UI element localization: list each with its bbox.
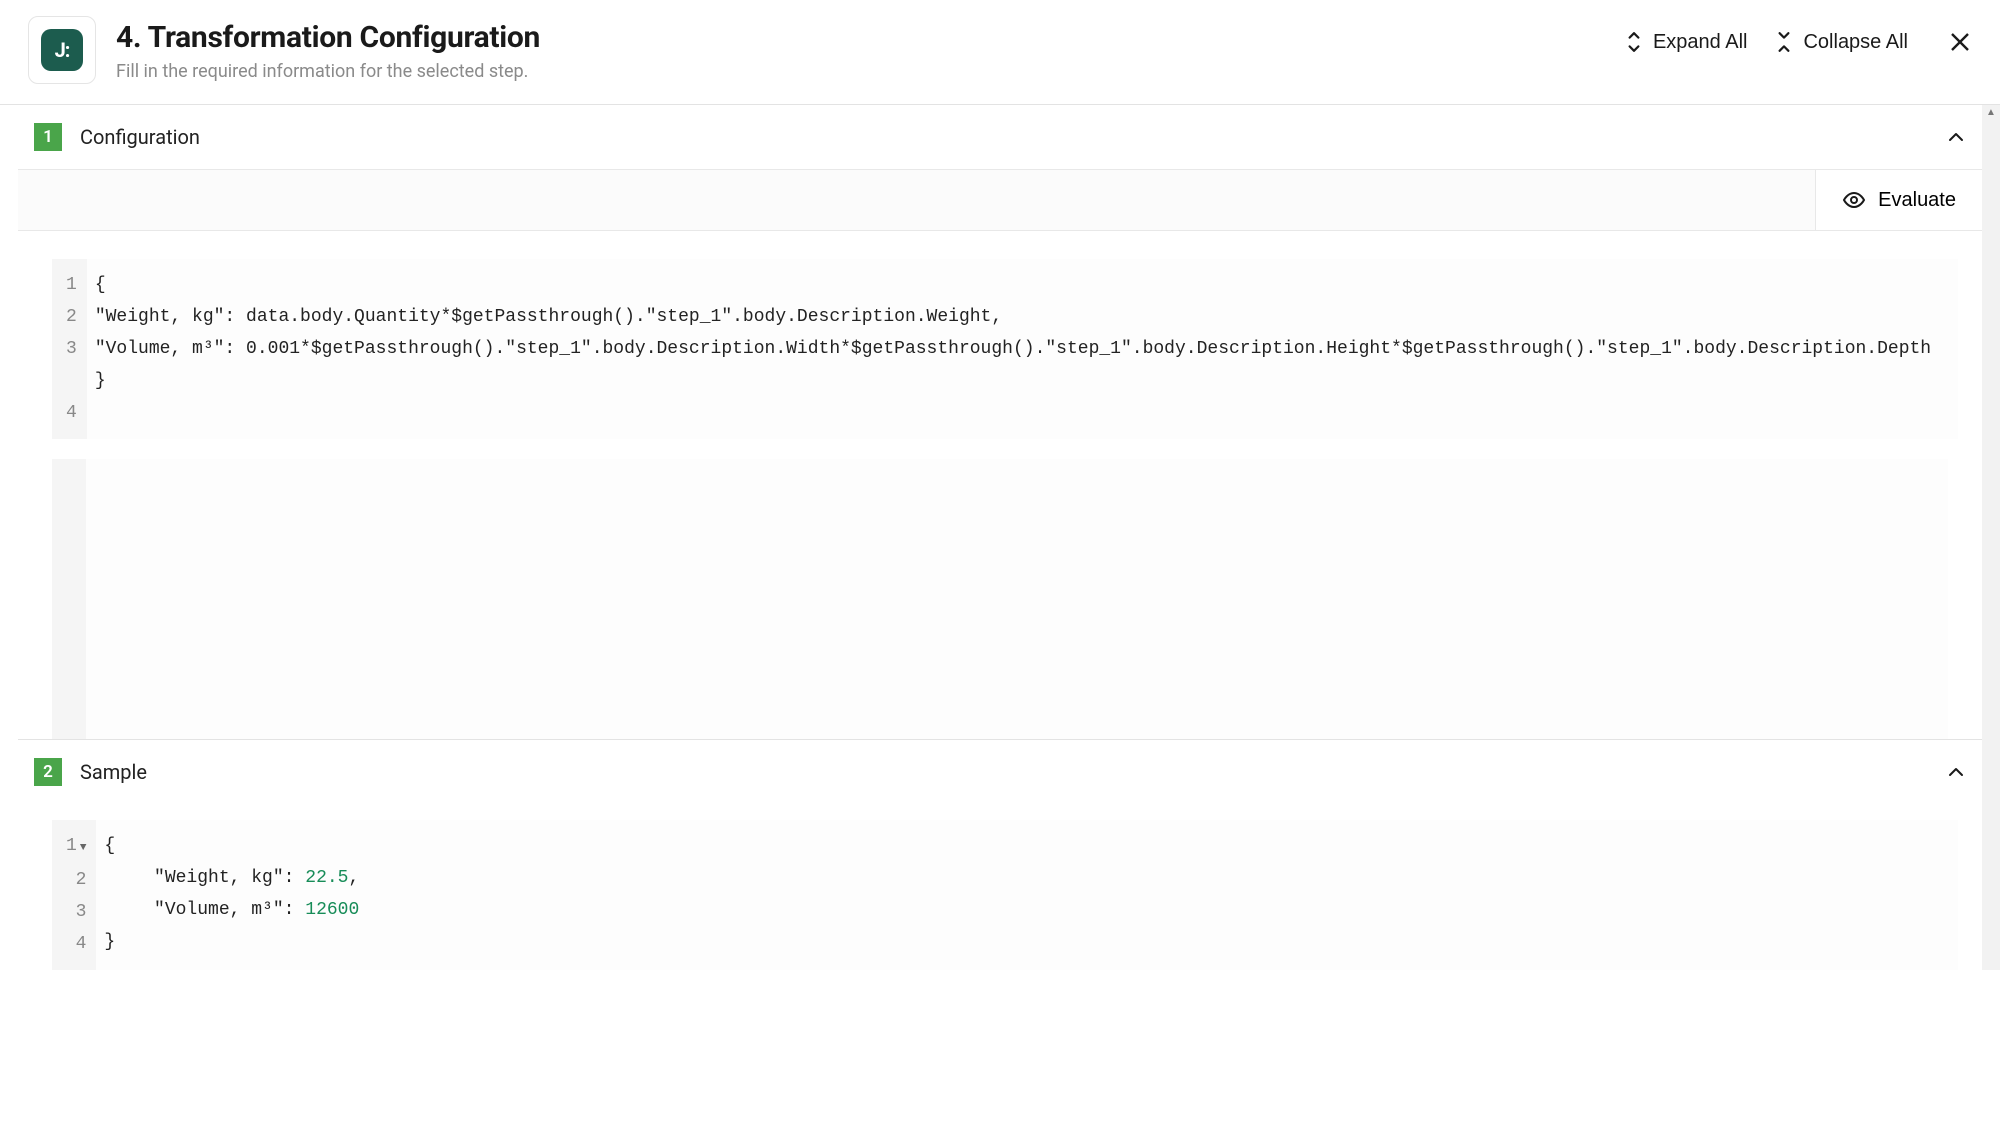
line-gutter: 1 2 3 4 [52, 259, 87, 439]
evaluate-button[interactable]: Evaluate [1815, 170, 1982, 230]
collapse-all-button[interactable]: Collapse All [1775, 31, 1908, 54]
section-header-sample[interactable]: 2 Sample [0, 740, 2000, 804]
editor-empty-space[interactable] [52, 459, 1948, 739]
sample-code-viewer[interactable]: 1▼ 2 3 4 { "Weight, kg": 22.5, "Volume, … [52, 820, 1958, 970]
content-area: ▲ 1 Configuration Evaluate 1 2 3 4 {"Wei… [0, 105, 2000, 970]
configuration-code-editor[interactable]: 1 2 3 4 {"Weight, kg": data.body.Quantit… [52, 259, 1958, 439]
sample-code-body: { "Weight, kg": 22.5, "Volume, m³": 1260… [96, 820, 1958, 970]
evaluate-label: Evaluate [1878, 189, 1956, 212]
chevron-up-icon [1946, 762, 1966, 782]
fold-toggle-icon[interactable]: ▼ [80, 832, 87, 864]
section-header-configuration[interactable]: 1 Configuration [0, 105, 2000, 169]
eye-icon [1842, 188, 1866, 212]
collapse-icon [1775, 31, 1793, 53]
app-logo: J: [28, 16, 96, 84]
chevron-up-icon [1946, 127, 1966, 147]
close-icon [1948, 30, 1972, 54]
expand-icon [1625, 31, 1643, 53]
scrollbar-track[interactable]: ▲ [1982, 105, 2000, 970]
collapse-all-label: Collapse All [1803, 31, 1908, 54]
step-badge-2: 2 [34, 758, 62, 786]
section-title-configuration: Configuration [80, 125, 1928, 149]
section-title-sample: Sample [80, 760, 1928, 784]
page-subtitle: Fill in the required information for the… [116, 61, 1605, 82]
header-actions: Expand All Collapse All [1625, 16, 1972, 54]
configuration-toolbar: Evaluate [18, 169, 1982, 231]
line-gutter: 1▼ 2 3 4 [52, 820, 96, 970]
expand-all-label: Expand All [1653, 31, 1748, 54]
scroll-up-icon: ▲ [1982, 107, 2000, 118]
close-button[interactable] [1948, 30, 1972, 54]
title-block: 4. Transformation Configuration Fill in … [116, 16, 1605, 82]
page-header: J: 4. Transformation Configuration Fill … [0, 0, 2000, 105]
app-logo-glyph: J: [41, 29, 83, 71]
code-body[interactable]: {"Weight, kg": data.body.Quantity*$getPa… [87, 259, 1958, 439]
page-title: 4. Transformation Configuration [116, 20, 1605, 55]
step-badge-1: 1 [34, 123, 62, 151]
expand-all-button[interactable]: Expand All [1625, 31, 1748, 54]
